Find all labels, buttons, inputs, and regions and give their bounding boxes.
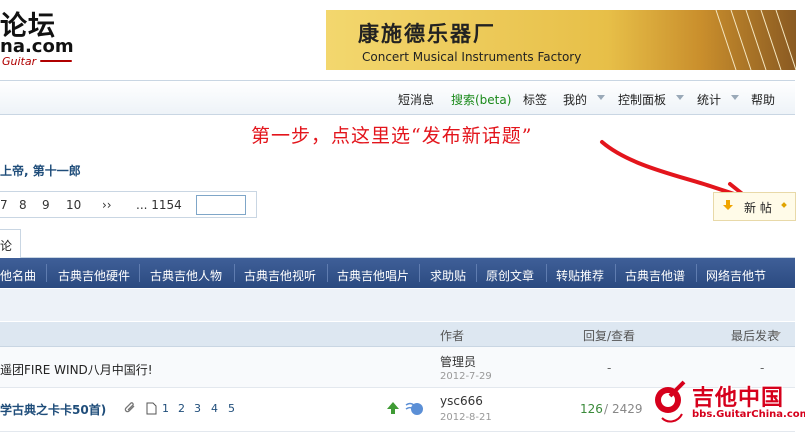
category-link[interactable]: 古典吉他人物 <box>150 267 222 284</box>
table-caption-band <box>0 289 795 321</box>
thread-page-link[interactable]: 4 <box>211 402 218 415</box>
nav-search[interactable]: 搜索(beta) <box>451 91 511 108</box>
nav-messages[interactable]: 短消息 <box>398 91 434 108</box>
ad-banner[interactable]: 康施德乐器厂 Concert Musical Instruments Facto… <box>326 10 796 70</box>
upvote-icon <box>387 402 399 414</box>
page-link[interactable]: 9 <box>42 198 50 212</box>
sort-arrow-icon[interactable] <box>773 332 781 337</box>
divider <box>696 264 697 282</box>
tutorial-annotation: 第一步，点这里选“发布新话题” <box>251 125 533 147</box>
thread-page-link[interactable]: 1 <box>162 402 169 415</box>
page-link[interactable]: 8 <box>19 198 27 212</box>
divider <box>234 264 235 282</box>
thread-page-link[interactable]: 2 <box>178 402 185 415</box>
page-next-link[interactable]: ›› <box>102 198 112 212</box>
category-link[interactable]: 原创文章 <box>486 267 534 284</box>
page-link[interactable]: 7 <box>0 198 8 212</box>
category-link[interactable]: 古典吉他唱片 <box>337 267 409 284</box>
divider <box>476 264 477 282</box>
category-link[interactable]: 网络吉他节 <box>706 267 766 284</box>
page-icon <box>146 402 157 415</box>
forum-tab-row: 论 <box>0 229 795 258</box>
top-nav-bar: 短消息 搜索(beta) 标签 我的 控制面板 统计 帮助 <box>0 80 795 115</box>
forum-moderators[interactable]: 上帝, 第十一郎 <box>0 162 81 179</box>
hot-thread-icon <box>405 402 423 415</box>
category-link[interactable]: 他名曲 <box>0 267 36 284</box>
thread-title-link[interactable]: 学古典之卡卡50首) <box>0 401 106 418</box>
thread-date: 2012-7-29 <box>440 371 492 382</box>
divider <box>615 264 616 282</box>
header-author: 作者 <box>440 329 465 343</box>
thread-replies: 126 <box>580 402 603 416</box>
nav-my[interactable]: 我的 <box>563 91 587 108</box>
nav-control-panel[interactable]: 控制面板 <box>618 91 666 108</box>
thread-author[interactable]: 管理员 <box>440 353 476 370</box>
page-jump-input[interactable] <box>196 195 246 215</box>
divider <box>327 264 328 282</box>
thread-table-header: 作者 回复/查看 最后发表 <box>0 322 795 347</box>
category-link[interactable]: 古典吉他谱 <box>625 267 685 284</box>
thread-author[interactable]: ysc666 <box>440 394 483 408</box>
chevron-down-icon[interactable] <box>597 95 605 100</box>
divider <box>139 264 140 282</box>
category-bar: 他名曲 古典吉他硬件 古典吉他人物 古典吉他视听 古典吉他唱片 求助贴 原创文章… <box>0 258 795 288</box>
category-link[interactable]: 求助贴 <box>430 267 466 284</box>
thread-date: 2012-8-21 <box>440 412 492 423</box>
pagination: 7 8 9 10 ›› ... 1154 <box>0 191 257 218</box>
thread-page-link[interactable]: 3 <box>194 402 201 415</box>
nav-tags[interactable]: 标签 <box>523 91 547 108</box>
guitar-strings-image <box>715 10 796 70</box>
category-link[interactable]: 古典吉他硬件 <box>58 267 130 284</box>
new-post-button[interactable]: 新 帖 <box>713 192 796 221</box>
chevron-down-icon[interactable] <box>731 95 739 100</box>
reply-view-separator: / <box>604 402 609 416</box>
header-replies: 回复/查看 <box>583 329 636 343</box>
divider <box>419 264 420 282</box>
nav-help[interactable]: 帮助 <box>751 91 775 108</box>
header-last-post[interactable]: 最后发表 <box>731 327 779 344</box>
thread-views: 2429 <box>612 402 643 416</box>
watermark-title: 吉他中国 <box>692 386 785 411</box>
nav-stats[interactable]: 统计 <box>697 91 721 108</box>
thread-title-link[interactable]: 遥团FIRE WIND八月中国行! <box>0 361 153 378</box>
chevron-down-icon[interactable] <box>676 95 684 100</box>
guitar-logo-icon <box>655 380 686 423</box>
tab-label: 论 <box>0 239 13 253</box>
thread-last-post: - <box>760 361 765 375</box>
category-link[interactable]: 转贴推荐 <box>556 267 604 284</box>
site-logo-tagline: Guitar <box>2 55 37 68</box>
chevron-down-icon[interactable] <box>781 202 787 208</box>
thread-replies: - <box>607 361 612 375</box>
tab-all[interactable]: 论 <box>0 229 21 258</box>
logo-swoosh-decoration <box>40 60 72 62</box>
site-watermark: 吉他中国 bbs.GuitarChina.com <box>650 378 805 428</box>
page-link[interactable]: 10 <box>66 198 81 212</box>
banner-title-cn: 康施德乐器厂 <box>358 22 496 46</box>
page-last-link[interactable]: ... 1154 <box>136 198 182 212</box>
watermark-url: bbs.GuitarChina.com <box>692 409 805 420</box>
site-logo-domain: na.com <box>0 36 74 57</box>
category-link[interactable]: 古典吉他视听 <box>244 267 316 284</box>
divider <box>46 264 47 282</box>
new-post-label: 新 帖 <box>744 201 772 215</box>
new-post-icon <box>723 200 733 210</box>
thread-page-link[interactable]: 5 <box>228 402 235 415</box>
divider <box>546 264 547 282</box>
attachment-icon <box>124 402 135 413</box>
banner-title-en: Concert Musical Instruments Factory <box>362 50 582 64</box>
